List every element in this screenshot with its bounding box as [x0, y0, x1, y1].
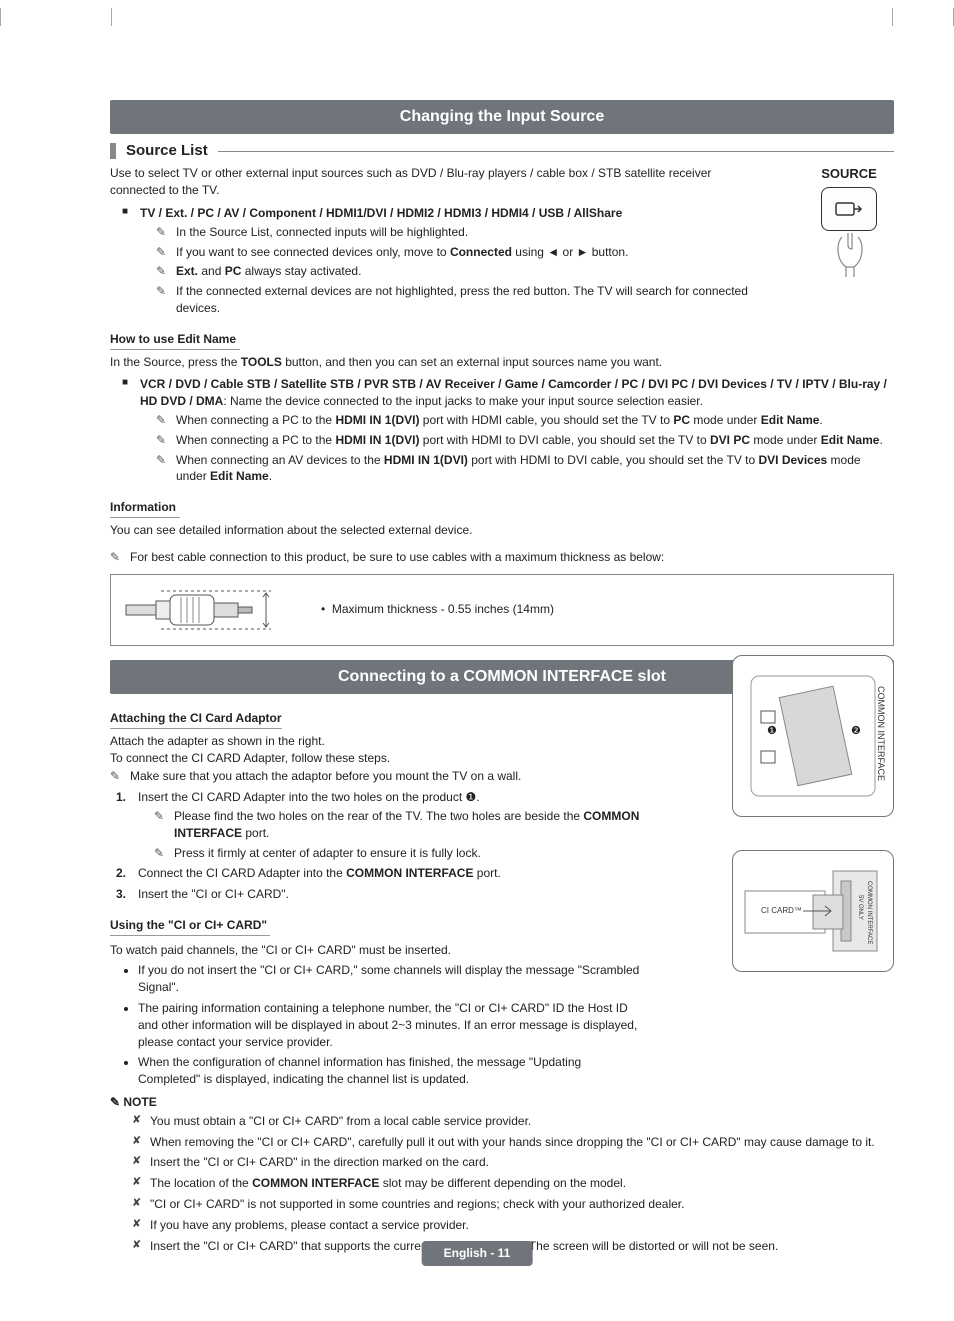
note-label: NOTE: [110, 1094, 894, 1111]
note-x2: When removing the "CI or CI+ CARD", care…: [150, 1134, 894, 1151]
information-text: You can see detailed information about t…: [110, 522, 894, 539]
edit-note-dvidev: When connecting an AV devices to the HDM…: [176, 452, 894, 486]
note-highlighted: In the Source List, connected inputs wil…: [176, 224, 780, 241]
attach-head: Attaching the CI Card Adaptor: [110, 710, 282, 729]
attach-line2: To connect the CI CARD Adapter, follow t…: [110, 750, 640, 767]
step-1: 1. Insert the CI CARD Adapter into the t…: [138, 789, 640, 861]
svg-text:5V ONLY: 5V ONLY: [857, 895, 863, 920]
using-head: Using the "CI or CI+ CARD": [110, 917, 267, 936]
source-intro: Use to select TV or other external input…: [110, 165, 750, 199]
note-ext-pc: Ext. and PC always stay activated.: [176, 263, 780, 280]
using-b3: When the configuration of channel inform…: [138, 1054, 640, 1088]
subhead-source-list: Source List: [110, 140, 894, 161]
using-b2: The pairing information containing a tel…: [138, 1000, 640, 1050]
step-2: 2. Connect the CI CARD Adapter into the …: [138, 865, 640, 882]
note-x1: You must obtain a "CI or CI+ CARD" from …: [150, 1113, 894, 1130]
input-list: TV / Ext. / PC / AV / Component / HDMI1/…: [140, 205, 780, 317]
attach-note: Make sure that you attach the adaptor be…: [130, 768, 640, 785]
cable-icon: [121, 585, 281, 635]
source-button-graphic: SOURCE: [804, 165, 894, 287]
information-head: Information: [110, 499, 176, 518]
using-b1: If you do not insert the "CI or CI+ CARD…: [138, 962, 640, 996]
ci-card-diagram: COMMON INTERFACE 5V ONLY CI CARD™: [732, 850, 894, 972]
note-x6: If you have any problems, please contact…: [150, 1217, 894, 1234]
step1-note2: Press it firmly at center of adapter to …: [174, 845, 640, 862]
page-footer: English - 11: [422, 1241, 533, 1266]
section-changing-input: Changing the Input Source: [110, 100, 894, 134]
note-x5: "CI or CI+ CARD" is not supported in som…: [150, 1196, 894, 1213]
edit-note-dvipc: When connecting a PC to the HDMI IN 1(DV…: [176, 432, 894, 449]
step-3: 3. Insert the "CI or CI+ CARD".: [138, 886, 640, 903]
cable-spec-text: • Maximum thickness - 0.55 inches (14mm): [321, 601, 554, 618]
subhead-source-list-text: Source List: [126, 140, 208, 161]
source-button-icon: [821, 187, 877, 231]
cable-note: For best cable connection to this produc…: [130, 549, 894, 566]
note-connected: If you want to see connected devices onl…: [176, 244, 780, 261]
note-red-button: If the connected external devices are no…: [176, 283, 780, 317]
using-intro: To watch paid channels, the "CI or CI+ C…: [110, 942, 640, 959]
svg-text:CI CARD™: CI CARD™: [761, 906, 802, 915]
ci-adapter-diagram: COMMON INTERFACE ❶ ❷: [732, 655, 894, 817]
svg-text:❶: ❶: [767, 725, 777, 737]
svg-text:❷: ❷: [851, 725, 861, 737]
edit-intro: In the Source, press the TOOLS button, a…: [110, 354, 894, 371]
note-x4: The location of the COMMON INTERFACE slo…: [150, 1175, 894, 1192]
edit-name-head: How to use Edit Name: [110, 331, 236, 350]
svg-text:COMMON INTERFACE: COMMON INTERFACE: [876, 686, 886, 781]
source-label: SOURCE: [804, 165, 894, 183]
edit-devices: VCR / DVD / Cable STB / Satellite STB / …: [140, 376, 894, 485]
attach-line1: Attach the adapter as shown in the right…: [110, 733, 640, 750]
svg-text:COMMON INTERFACE: COMMON INTERFACE: [866, 881, 872, 944]
step1-note1: Please find the two holes on the rear of…: [174, 808, 640, 842]
edit-note-pc: When connecting a PC to the HDMI IN 1(DV…: [176, 412, 894, 429]
cable-thickness-box: • Maximum thickness - 0.55 inches (14mm): [110, 574, 894, 646]
note-x3: Insert the "CI or CI+ CARD" in the direc…: [150, 1154, 894, 1171]
